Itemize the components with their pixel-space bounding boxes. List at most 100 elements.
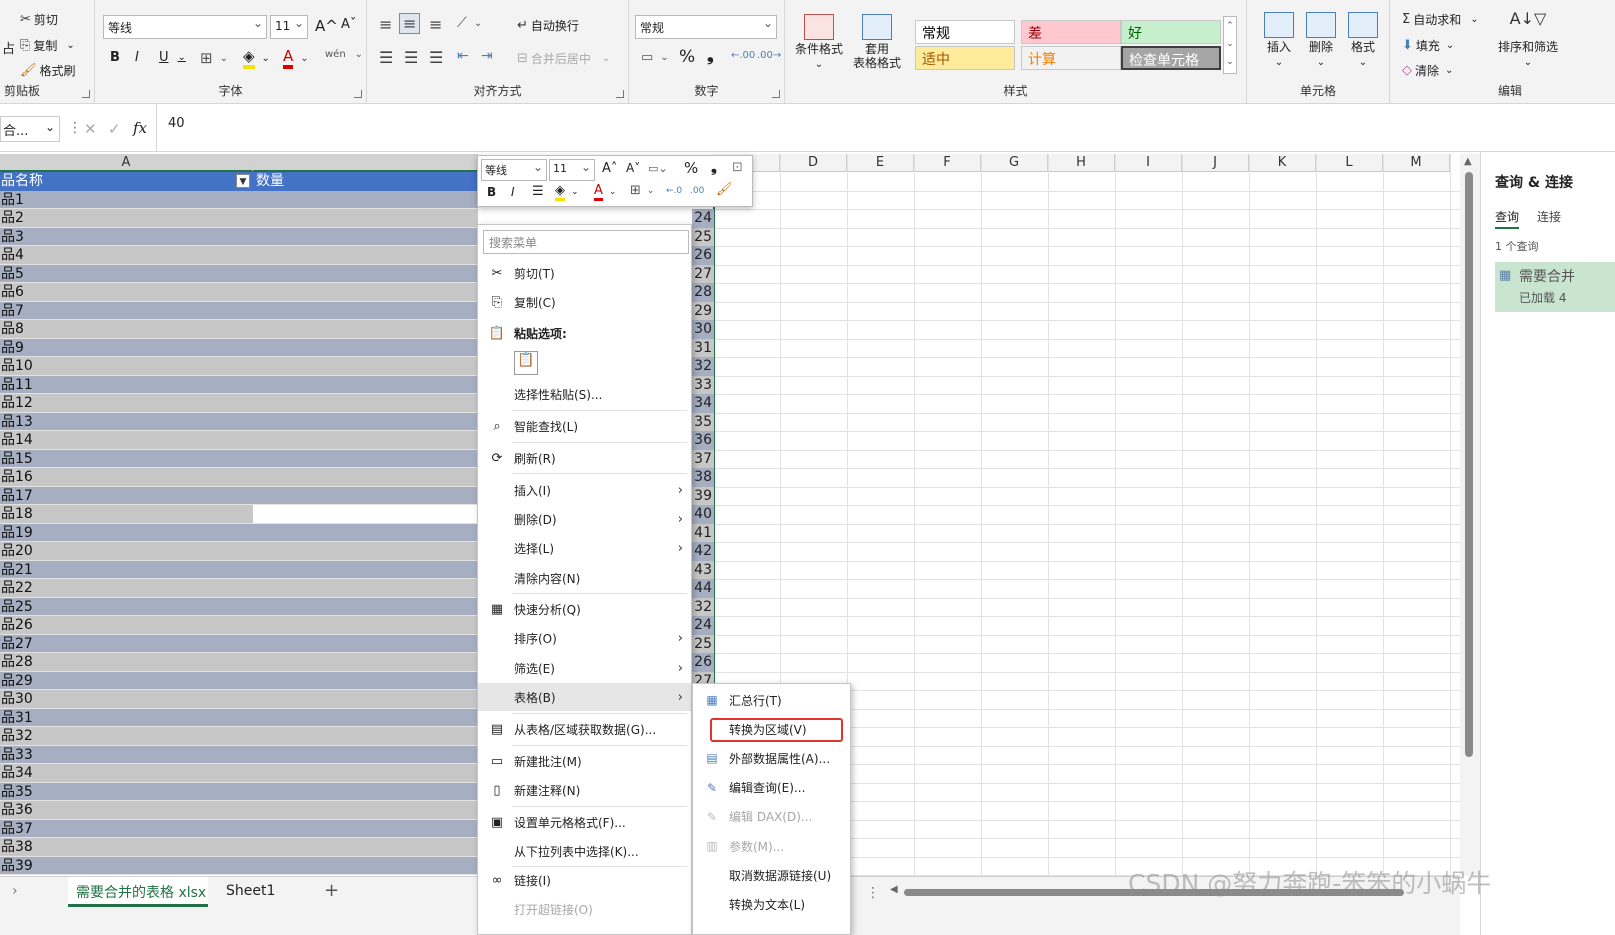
column-header-k[interactable]: K bbox=[1249, 154, 1316, 172]
menu-item-5[interactable]: ⟳ 刷新(R) bbox=[478, 444, 691, 472]
table-row[interactable]: 品14 bbox=[0, 431, 478, 450]
cell-quantity[interactable] bbox=[253, 394, 478, 413]
mini-center-button[interactable]: ☰ bbox=[532, 184, 544, 199]
cell-quantity[interactable] bbox=[253, 634, 478, 653]
styles-scroll[interactable]: ⌃ ⌄ ⌄ bbox=[1223, 16, 1237, 74]
table-row[interactable]: 品2 bbox=[0, 209, 478, 228]
insert-button[interactable]: 插入 ⌄ bbox=[1259, 12, 1299, 70]
table-row[interactable]: 品39 bbox=[0, 856, 478, 875]
cell-product-name[interactable]: 品4 bbox=[0, 246, 253, 265]
cell-quantity[interactable] bbox=[253, 375, 478, 394]
table-row[interactable]: 品37 bbox=[0, 819, 478, 838]
paste-button[interactable]: 占 bbox=[2, 38, 15, 57]
cancel-icon[interactable]: ✕ bbox=[84, 120, 97, 138]
column-header-b[interactable] bbox=[253, 154, 478, 172]
cell-quantity[interactable] bbox=[253, 560, 478, 579]
cell-product-name[interactable]: 品3 bbox=[0, 228, 253, 246]
tabs-menu-icon[interactable]: ⋮ bbox=[866, 885, 880, 901]
cell-product-name[interactable]: 品26 bbox=[0, 616, 253, 635]
cell-product-name[interactable]: 品37 bbox=[0, 820, 253, 838]
cell-product-name[interactable]: 品8 bbox=[0, 320, 253, 339]
cell-quantity[interactable] bbox=[253, 264, 478, 283]
cell-quantity-value[interactable]: 42 bbox=[692, 542, 714, 561]
cell-style-0[interactable]: 常规 bbox=[915, 20, 1015, 44]
table-header-qty[interactable]: 数量 bbox=[253, 172, 478, 191]
cell-product-name[interactable]: 品36 bbox=[0, 801, 253, 820]
cell-quantity[interactable] bbox=[253, 190, 478, 209]
table-row[interactable]: 品32 bbox=[0, 727, 478, 746]
table-row[interactable]: 品1 bbox=[0, 190, 478, 209]
font-color-button[interactable]: A ⌄ bbox=[283, 47, 309, 69]
menu-item-20[interactable]: 打开超链接(O) bbox=[478, 895, 691, 923]
mini-comma-button[interactable]: ❟ bbox=[711, 158, 717, 176]
menu-item-11[interactable]: 排序(O) › bbox=[478, 624, 691, 652]
cell-product-name[interactable]: 品34 bbox=[0, 764, 253, 783]
table-row[interactable]: 品22 bbox=[0, 579, 478, 598]
fx-icon[interactable]: fx bbox=[133, 119, 147, 137]
column-header-m[interactable]: M bbox=[1383, 154, 1450, 172]
cell-product-name[interactable]: 品30 bbox=[0, 690, 253, 709]
cell-quantity-value[interactable]: 41 bbox=[692, 523, 714, 542]
table-row[interactable]: 品25 bbox=[0, 597, 478, 616]
cell-quantity[interactable] bbox=[253, 579, 478, 598]
cell-quantity[interactable] bbox=[253, 486, 478, 505]
percent-button[interactable]: % bbox=[679, 47, 695, 67]
comma-button[interactable]: ❟ bbox=[707, 46, 714, 66]
shrink-font-button[interactable]: Aˇ bbox=[341, 17, 356, 32]
cell-quantity[interactable] bbox=[253, 782, 478, 801]
cell-quantity-value[interactable]: 26 bbox=[692, 653, 714, 672]
cell-product-name[interactable]: 品2 bbox=[0, 209, 253, 228]
filter-dropdown-icon[interactable]: ▼ bbox=[236, 174, 250, 188]
cell-quantity[interactable] bbox=[253, 745, 478, 764]
table-row[interactable]: 品31 bbox=[0, 708, 478, 727]
table-row[interactable]: 品4 bbox=[0, 246, 478, 265]
mini-percent-button[interactable]: % bbox=[684, 159, 698, 177]
cell-quantity[interactable] bbox=[253, 708, 478, 727]
cell-quantity-value[interactable]: 34 bbox=[692, 394, 714, 413]
sheet-tab-sheet1[interactable]: Sheet1 bbox=[226, 883, 275, 899]
cell-product-name[interactable]: 品22 bbox=[0, 579, 253, 598]
menu-item-9[interactable]: 清除内容(N) bbox=[478, 564, 691, 592]
tab-connections[interactable]: 连接 bbox=[1537, 208, 1561, 225]
cell-style-5[interactable]: 检查单元格 bbox=[1121, 46, 1221, 70]
column-header-i[interactable]: I bbox=[1115, 154, 1182, 172]
column-header-a[interactable]: A bbox=[0, 154, 253, 172]
cell-quantity[interactable] bbox=[253, 505, 478, 524]
mini-grow-font-button[interactable]: A˄ bbox=[602, 161, 617, 176]
cell-quantity-value[interactable]: 32 bbox=[692, 357, 714, 376]
cell-quantity[interactable] bbox=[253, 856, 478, 875]
cell-quantity[interactable] bbox=[253, 764, 478, 783]
cell-quantity-value[interactable]: 33 bbox=[692, 375, 714, 394]
increase-indent-button[interactable]: ⇥ bbox=[481, 48, 493, 64]
cell-quantity[interactable] bbox=[253, 690, 478, 709]
mini-currency-button[interactable]: ▭⌄ bbox=[648, 162, 668, 175]
scroll-up-icon[interactable]: ▲ bbox=[1464, 156, 1472, 167]
cell-product-name[interactable]: 品15 bbox=[0, 450, 253, 468]
cell-quantity[interactable] bbox=[253, 246, 478, 265]
cell-product-name[interactable]: 品12 bbox=[0, 394, 253, 413]
italic-button[interactable]: I bbox=[135, 50, 139, 65]
align-center-button[interactable]: ☰ bbox=[404, 48, 418, 67]
cell-style-4[interactable]: 计算 bbox=[1021, 46, 1121, 70]
table-row[interactable]: 品33 bbox=[0, 745, 478, 764]
delete-button[interactable]: 删除 ⌄ bbox=[1301, 12, 1341, 70]
add-sheet-button[interactable]: + bbox=[324, 880, 339, 901]
table-row[interactable]: 品15 bbox=[0, 449, 478, 468]
mini-bold-button[interactable]: B bbox=[487, 185, 496, 199]
align-right-button[interactable]: ☰ bbox=[429, 48, 443, 67]
menu-item-1[interactable]: ⎘ 复制(C) bbox=[478, 288, 691, 316]
table-row[interactable]: 品8 bbox=[0, 320, 478, 339]
cell-product-name[interactable]: 品33 bbox=[0, 746, 253, 764]
cell-quantity[interactable] bbox=[253, 671, 478, 690]
font-launcher-icon[interactable] bbox=[354, 90, 362, 98]
confirm-icon[interactable]: ✓ bbox=[108, 120, 121, 138]
column-header-j[interactable]: J bbox=[1182, 154, 1249, 172]
currency-button[interactable]: ▭ ⌄ bbox=[641, 50, 669, 65]
mini-border-button[interactable]: ⊞ ⌄ bbox=[630, 183, 654, 198]
table-row[interactable]: 品3 bbox=[0, 227, 478, 246]
cell-product-name[interactable]: 品28 bbox=[0, 653, 253, 672]
cell-quantity-value[interactable]: 36 bbox=[692, 431, 714, 450]
cell-product-name[interactable]: 品18 bbox=[0, 505, 253, 524]
format-button[interactable]: 格式 ⌄ bbox=[1343, 12, 1383, 70]
cell-quantity-value[interactable]: 44 bbox=[692, 579, 714, 598]
